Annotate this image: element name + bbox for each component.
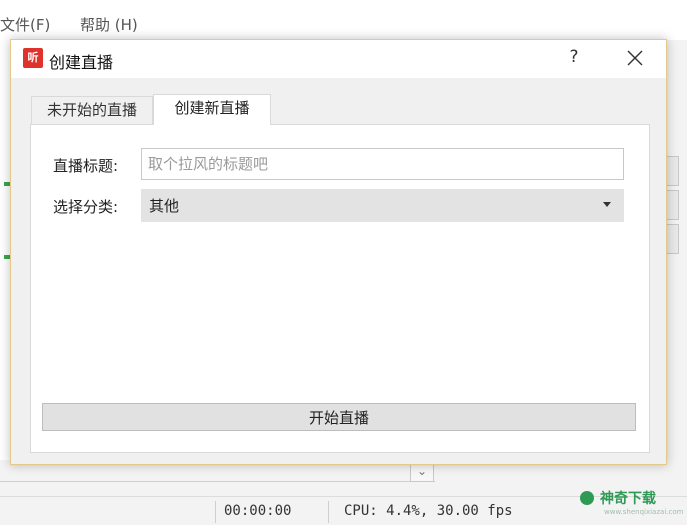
status-separator [215, 501, 216, 523]
help-button[interactable]: ? [564, 47, 584, 69]
tab-create-live[interactable]: 创建新直播 [153, 94, 271, 125]
menu-help[interactable]: 帮助 (H) [80, 14, 138, 35]
watermark-logo-icon [580, 491, 594, 505]
category-selected-value: 其他 [149, 197, 180, 215]
category-label: 选择分类: [53, 198, 119, 216]
status-time: 00:00:00 [224, 503, 292, 519]
menu-bar: 文件(F) 帮助 (H) [0, 0, 687, 40]
dialog-title: 创建直播 [49, 53, 114, 72]
watermark-text: 神奇下载 [600, 491, 656, 507]
background-divider [0, 481, 435, 482]
create-live-dialog: 听 创建直播 ? 未开始的直播 创建新直播 直播标题: 选择分类: 其他 开始直… [10, 39, 667, 465]
category-dropdown[interactable]: 其他 [141, 189, 624, 222]
close-button[interactable] [623, 45, 647, 71]
dropdown-arrow-icon [603, 202, 611, 207]
app-logo-icon: 听 [23, 48, 43, 68]
menu-file[interactable]: 文件(F) [0, 14, 50, 35]
close-icon [627, 50, 643, 66]
title-input[interactable] [141, 148, 624, 180]
status-stats: CPU: 4.4%, 30.00 fps [344, 503, 513, 519]
background-button [665, 224, 679, 254]
create-live-panel: 直播标题: 选择分类: 其他 开始直播 [30, 124, 650, 453]
start-live-button[interactable]: 开始直播 [42, 403, 636, 431]
watermark-url: www.shenqixiazai.com [604, 508, 684, 516]
title-label: 直播标题: [53, 157, 119, 175]
background-button [665, 156, 679, 186]
dialog-titlebar[interactable]: 听 创建直播 ? [11, 40, 666, 78]
background-button [665, 190, 679, 220]
status-separator [328, 501, 329, 523]
tab-upcoming-lives[interactable]: 未开始的直播 [31, 96, 153, 124]
watermark: 神奇下载 www.shenqixiazai.com [580, 488, 683, 516]
